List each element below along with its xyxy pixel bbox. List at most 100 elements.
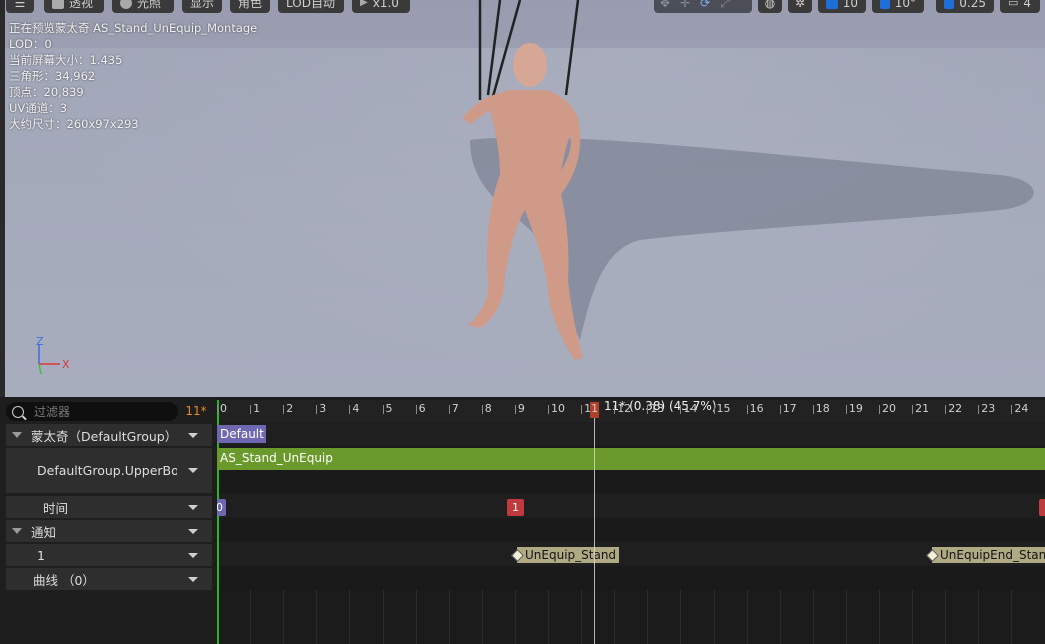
ruler-tick-label: 9	[517, 402, 525, 415]
ruler-tick	[879, 405, 880, 414]
screen-size-info: 当前屏幕大小：1.435	[9, 53, 123, 67]
ruler-tick-label: 6	[418, 402, 426, 415]
surface-snap-button[interactable]: ✲	[788, 0, 812, 13]
collapse-arrow-icon[interactable]	[12, 432, 22, 438]
ruler-tick	[779, 405, 781, 414]
grid-snap-button[interactable]: 10	[818, 0, 866, 13]
camera-value: 4	[1023, 0, 1032, 10]
ruler-tick	[316, 405, 318, 414]
ruler-tick-label: 19	[848, 402, 863, 415]
cube-icon	[52, 0, 64, 9]
grid-value: 10	[842, 0, 858, 10]
ruler-tick-label: 15	[716, 402, 731, 415]
time-marker-1[interactable]: 1	[507, 499, 524, 516]
speed-label: x1.0	[372, 0, 399, 10]
ruler-tick-label: 22	[948, 402, 963, 415]
character-button[interactable]: 角色	[230, 0, 270, 13]
current-frame-field[interactable]: 11*	[181, 402, 211, 421]
chevron-down-icon[interactable]	[188, 504, 198, 510]
ruler-tick-label: 3	[319, 402, 327, 415]
track-notify-1[interactable]: 1	[6, 544, 212, 566]
track-notifies-label: 通知	[31, 524, 57, 540]
size-info: 大约尺寸：260x97x293	[9, 117, 139, 131]
track-curves[interactable]: 曲线 （0）	[6, 568, 212, 590]
ruler-tick-label: 7	[451, 402, 459, 415]
camera-speed-button[interactable]: ▭ 4	[1000, 0, 1040, 13]
move-icon[interactable]: ✛	[680, 0, 690, 13]
filter-search[interactable]	[6, 402, 178, 421]
snap-icon: ✲	[794, 0, 806, 10]
ruler-tick	[978, 405, 980, 414]
uv-info: UV通道：3	[9, 101, 68, 115]
chevron-down-icon[interactable]	[188, 432, 198, 438]
perspective-label: 透视	[69, 0, 94, 10]
ruler-tick	[250, 405, 252, 414]
preview-title: 正在预览蒙太奇 AS_Stand_UnEquip_Montage	[9, 21, 258, 35]
collapse-arrow-icon[interactable]	[12, 528, 22, 534]
track-montage-group[interactable]: 蒙太奇（DefaultGroup）	[6, 424, 212, 446]
perspective-button[interactable]: 透视	[44, 0, 104, 13]
ruler-tick	[217, 405, 218, 414]
track-slot[interactable]: DefaultGroup.UpperBody	[6, 448, 212, 493]
montage-timeline-panel: 11* 蒙太奇（DefaultGroup） DefaultGroup.Upper…	[0, 397, 1045, 644]
chevron-down-icon[interactable]	[188, 528, 198, 534]
lod-button[interactable]: LOD自动	[278, 0, 344, 13]
scale-icon[interactable]: ⤢	[720, 0, 730, 13]
sun-icon	[120, 0, 132, 9]
ruler-tick	[548, 405, 549, 414]
playhead-line[interactable]	[594, 405, 595, 644]
track-time-label: 时间	[43, 500, 69, 516]
ruler-tick	[382, 405, 384, 414]
camera-icon: ▭	[1008, 0, 1019, 9]
ruler-tick-label: 18	[815, 402, 830, 415]
time-marker-end[interactable]	[1039, 499, 1045, 516]
ruler-tick-label: 5	[385, 402, 393, 415]
section-default[interactable]: Default	[217, 425, 266, 443]
ruler-tick	[680, 405, 682, 414]
playback-speed-button[interactable]: ▶ x1.0	[352, 0, 410, 13]
filter-input[interactable]	[32, 403, 176, 420]
time-marker-0[interactable]: 0	[217, 499, 226, 516]
search-icon	[12, 405, 24, 418]
ruler-tick	[415, 405, 417, 414]
scale-snap-icon	[944, 0, 955, 9]
chevron-down-icon[interactable]	[188, 468, 198, 473]
chevron-down-icon[interactable]	[188, 576, 198, 582]
select-icon[interactable]: ✥	[660, 0, 670, 13]
vertices-info: 顶点：20,839	[9, 85, 84, 99]
timeline-area[interactable]: Default AS_Stand_UnEquip 0 1 UnEquip_Sta…	[217, 397, 1045, 644]
notify-unequip-stand[interactable]: UnEquip_Stand	[517, 547, 620, 563]
ruler-tick	[349, 405, 351, 414]
world-local-button[interactable]: ◍	[758, 0, 782, 13]
scale-snap-button[interactable]: 0.25	[936, 0, 994, 13]
montage-segment[interactable]: AS_Stand_UnEquip	[217, 448, 1045, 470]
track-time[interactable]: 时间	[6, 496, 212, 518]
show-button[interactable]: 显示	[182, 0, 222, 13]
track-notifies[interactable]: 通知	[6, 520, 212, 542]
hamburger-icon: ☰	[14, 0, 26, 10]
notify-unequipend-stand[interactable]: UnEquipEnd_Stand	[932, 547, 1045, 563]
menu-button[interactable]: ☰	[6, 0, 34, 13]
angle-value: 10°	[894, 0, 916, 10]
scale-value: 0.25	[959, 0, 986, 10]
lit-button[interactable]: 光照	[112, 0, 174, 13]
track-notify-1-label: 1	[37, 547, 45, 563]
viewport[interactable]: ☰ 透视 光照 显示 角色 LOD自动 ▶ x1.0 ✥ ✛ ⟳ ⤢ ◍ ✲ 1…	[0, 0, 1045, 397]
angle-snap-button[interactable]: 10°	[872, 0, 924, 13]
ruler-tick	[945, 405, 947, 414]
grid-icon	[826, 0, 838, 9]
ruler-tick-label: 0	[220, 402, 227, 415]
ruler-tick	[812, 405, 814, 414]
track-list: 11* 蒙太奇（DefaultGroup） DefaultGroup.Upper…	[0, 397, 217, 644]
angle-icon	[880, 0, 890, 9]
ruler-tick-label: 4	[352, 402, 360, 415]
row-notify-1	[217, 542, 1045, 566]
ruler-tick	[283, 405, 285, 414]
triangles-info: 三角形：34,962	[9, 69, 96, 83]
rotate-icon[interactable]: ⟳	[700, 0, 710, 13]
ruler-tick-label: 17	[782, 402, 797, 415]
chevron-down-icon[interactable]	[188, 552, 198, 558]
ruler-tick-label: 16	[749, 402, 764, 415]
track-montage-group-label: 蒙太奇（DefaultGroup）	[31, 428, 178, 444]
transform-tools[interactable]: ✥ ✛ ⟳ ⤢	[654, 0, 752, 13]
